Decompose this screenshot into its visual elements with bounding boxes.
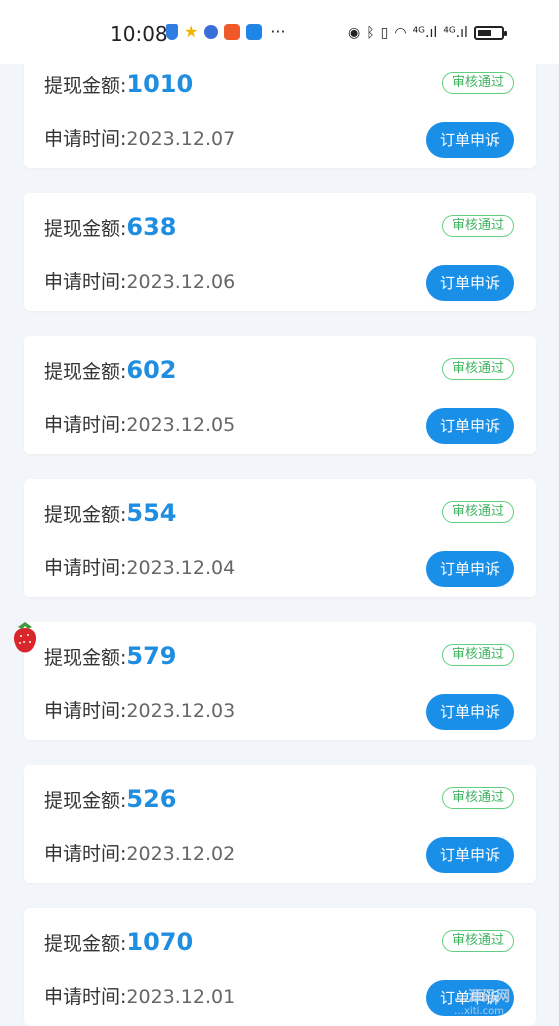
record-card: 提现金额: 554 申请时间: 2023.12.04 审核通过 订单申诉: [24, 479, 536, 597]
apply-date: 2023.12.05: [126, 414, 236, 436]
amount-value: 554: [126, 499, 177, 527]
amount-label: 提现金额:: [44, 933, 127, 955]
amount-row: 提现金额: 1010: [44, 70, 193, 98]
order-appeal-button[interactable]: 订单申诉: [426, 265, 514, 301]
status-badge: 审核通过: [442, 930, 514, 952]
amount-row: 提现金额: 602: [44, 356, 177, 384]
status-badge: 审核通过: [442, 358, 514, 380]
apply-date: 2023.12.04: [126, 557, 236, 579]
apply-time-label: 申请时间:: [44, 271, 127, 293]
amount-row: 提现金额: 1070: [44, 928, 193, 956]
status-badge: 审核通过: [442, 72, 514, 94]
record-card: 提现金额: 602 申请时间: 2023.12.05 审核通过 订单申诉: [24, 336, 536, 454]
status-bar: 10:08 ★ ··· ◉ ᛒ ▯ ◠ ⁴ᴳ.ıl ⁴ᴳ.ıl: [0, 0, 559, 64]
date-row: 申请时间: 2023.12.02: [44, 839, 235, 866]
signal-icon: ⁴ᴳ.ıl: [412, 25, 438, 41]
globe-icon: [204, 25, 219, 39]
amount-row: 提现金额: 638: [44, 213, 177, 241]
record-card: 提现金额: 1010 申请时间: 2023.12.07 审核通过 订单申诉: [24, 50, 536, 168]
amount-value: 579: [126, 642, 177, 670]
apply-date: 2023.12.01: [126, 986, 236, 1008]
amount-value: 1010: [126, 70, 194, 98]
app-icon: [224, 24, 241, 40]
apply-date: 2023.12.06: [126, 271, 236, 293]
system-icons: ◉ ᛒ ▯ ◠ ⁴ᴳ.ıl ⁴ᴳ.ıl: [348, 25, 507, 41]
status-badge: 审核通过: [442, 501, 514, 523]
status-time: 10:08: [110, 22, 168, 46]
site-watermark: …源码网 …xiti.com: [454, 986, 510, 1017]
date-row: 申请时间: 2023.12.05: [44, 410, 235, 437]
order-appeal-button[interactable]: 订单申诉: [426, 408, 514, 444]
order-appeal-button[interactable]: 订单申诉: [426, 837, 514, 873]
record-card: 提现金额: 579 申请时间: 2023.12.03 审核通过 订单申诉: [24, 622, 536, 740]
date-row: 申请时间: 2023.12.01: [44, 982, 235, 1009]
order-appeal-button[interactable]: 订单申诉: [426, 122, 514, 158]
apply-date: 2023.12.03: [126, 700, 236, 722]
amount-row: 提现金额: 554: [44, 499, 177, 527]
apply-time-label: 申请时间:: [44, 557, 127, 579]
amount-row: 提现金额: 579: [44, 642, 177, 670]
battery-level: [477, 30, 491, 36]
amount-label: 提现金额:: [44, 790, 127, 812]
record-card: 提现金额: 526 申请时间: 2023.12.02 审核通过 订单申诉: [24, 765, 536, 883]
strawberry-sticker-icon[interactable]: [6, 618, 44, 658]
order-appeal-button[interactable]: 订单申诉: [426, 694, 514, 730]
notification-icons: ★ ···: [166, 24, 286, 40]
watermark-sub: …xiti.com: [454, 1006, 504, 1017]
amount-label: 提现金额:: [44, 647, 127, 669]
amount-label: 提现金额:: [44, 218, 127, 240]
date-row: 申请时间: 2023.12.04: [44, 553, 235, 580]
watermark-main: …源码网: [454, 989, 510, 1005]
status-badge: 审核通过: [442, 215, 514, 237]
amount-label: 提现金额:: [44, 361, 127, 383]
date-row: 申请时间: 2023.12.03: [44, 696, 235, 723]
status-badge: 审核通过: [442, 787, 514, 809]
amount-label: 提现金额:: [44, 75, 127, 97]
record-card: 提现金额: 638 申请时间: 2023.12.06 审核通过 订单申诉: [24, 193, 536, 311]
amount-label: 提现金额:: [44, 504, 127, 526]
date-row: 申请时间: 2023.12.06: [44, 267, 235, 294]
withdrawal-list: 提现金额: 1010 申请时间: 2023.12.07 审核通过 订单申诉 提现…: [0, 0, 559, 1026]
shield-icon: [166, 24, 178, 40]
apply-time-label: 申请时间:: [44, 986, 127, 1008]
vibrate-icon: ▯: [380, 25, 389, 41]
date-row: 申请时间: 2023.12.07: [44, 124, 235, 151]
order-appeal-button[interactable]: 订单申诉: [426, 551, 514, 587]
apply-time-label: 申请时间:: [44, 414, 127, 436]
apply-time-label: 申请时间:: [44, 128, 127, 150]
status-badge: 审核通过: [442, 644, 514, 666]
amount-value: 638: [126, 213, 177, 241]
eye-icon: ◉: [348, 25, 361, 41]
apply-date: 2023.12.02: [126, 843, 236, 865]
star-icon: ★: [184, 22, 199, 41]
amount-value: 602: [126, 356, 177, 384]
apply-date: 2023.12.07: [126, 128, 236, 150]
battery-icon: [473, 26, 507, 40]
apply-time-label: 申请时间:: [44, 700, 127, 722]
apply-time-label: 申请时间:: [44, 843, 127, 865]
amount-value: 526: [126, 785, 177, 813]
bluetooth-icon: ᛒ: [366, 25, 375, 41]
amount-row: 提现金额: 526: [44, 785, 177, 813]
amount-value: 1070: [126, 928, 194, 956]
cloud-icon: [246, 24, 263, 40]
more-icon: ···: [270, 22, 286, 41]
signal-icon-2: ⁴ᴳ.ıl: [443, 25, 468, 41]
wifi-icon: ◠: [394, 25, 407, 41]
